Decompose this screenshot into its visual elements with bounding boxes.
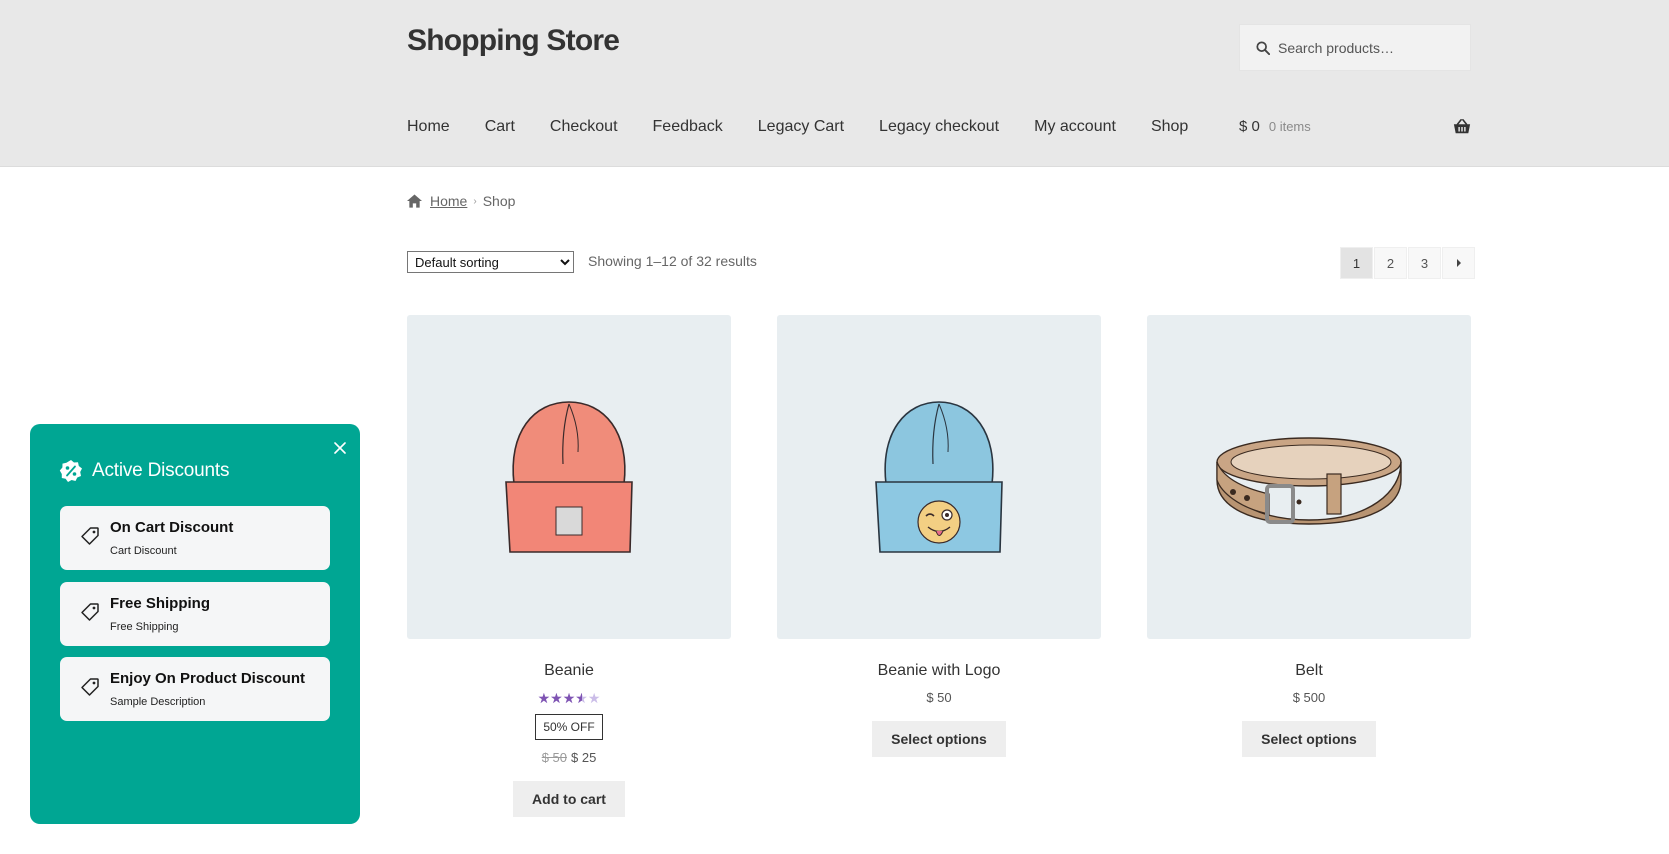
- product-card-beanie: Beanie ★★★★★★★★★★ 50% OFF $ 50 $ 25 Add t…: [407, 315, 731, 817]
- tag-icon: [81, 678, 99, 696]
- discount-description: Sample Description: [110, 696, 206, 708]
- sort-select[interactable]: Default sorting: [407, 251, 574, 273]
- home-icon: [407, 194, 422, 208]
- product-price: $ 50 $ 25: [407, 750, 731, 765]
- blue-beanie-logo-image: [875, 401, 1003, 553]
- page-1[interactable]: 1: [1340, 247, 1373, 279]
- orange-beanie-image: [505, 401, 633, 553]
- nav-my-account[interactable]: My account: [1034, 118, 1116, 136]
- site-title[interactable]: Shopping Store: [407, 24, 620, 58]
- product-card-belt: Belt $ 500 Select options: [1147, 315, 1471, 757]
- cart-item-count: 0 items: [1268, 119, 1311, 134]
- primary-nav: Home Cart Checkout Feedback Legacy Cart …: [407, 118, 1223, 136]
- breadcrumb-current: Shop: [482, 193, 516, 209]
- nav-checkout[interactable]: Checkout: [550, 118, 618, 136]
- product-price: $ 50: [926, 690, 952, 705]
- pagination: 1 2 3: [1340, 247, 1476, 279]
- result-count: Showing 1–12 of 32 results: [588, 253, 757, 269]
- site-header: Shopping Store Home Cart Checkout Feedba…: [0, 0, 1669, 167]
- product-image[interactable]: [1147, 315, 1471, 639]
- search-input[interactable]: [1278, 39, 1458, 56]
- nav-feedback[interactable]: Feedback: [653, 118, 723, 136]
- mini-cart[interactable]: $ 0 0 items: [1239, 118, 1471, 135]
- breadcrumb: Home › Shop: [407, 193, 515, 209]
- belt-image: [1216, 437, 1402, 525]
- discount-name: Free Shipping: [110, 595, 211, 612]
- product-name[interactable]: Beanie: [407, 662, 731, 680]
- nav-home[interactable]: Home: [407, 118, 450, 136]
- add-to-cart-button[interactable]: Add to cart: [513, 781, 625, 817]
- caret-right-icon: [1456, 259, 1461, 267]
- active-discounts-panel: Active Discounts On Cart Discount Cart D…: [30, 424, 360, 824]
- discount-badge-icon: [59, 460, 82, 482]
- sale-price: $ 25: [571, 750, 597, 765]
- page-3[interactable]: 3: [1408, 247, 1441, 279]
- select-options-button[interactable]: Select options: [872, 721, 1006, 757]
- search-box[interactable]: [1239, 24, 1471, 71]
- basket-icon[interactable]: [1453, 118, 1471, 136]
- product-image[interactable]: [407, 315, 731, 639]
- star-rating: ★★★★★★★★★★: [537, 690, 601, 706]
- select-options-button[interactable]: Select options: [1242, 721, 1376, 757]
- tag-icon: [81, 603, 99, 621]
- regular-price: $ 50: [541, 750, 567, 765]
- nav-shop[interactable]: Shop: [1151, 118, 1188, 136]
- discount-description: Cart Discount: [110, 545, 177, 557]
- cart-amount: $ 0: [1239, 118, 1260, 135]
- tag-icon: [81, 527, 99, 545]
- chevron-right-icon: ›: [473, 195, 477, 207]
- product-price: $ 500: [1292, 690, 1326, 705]
- breadcrumb-home-link[interactable]: Home: [430, 193, 467, 209]
- nav-cart[interactable]: Cart: [485, 118, 515, 136]
- discount-card[interactable]: Free Shipping Free Shipping: [60, 582, 330, 646]
- discount-card[interactable]: On Cart Discount Cart Discount: [60, 506, 330, 570]
- product-image[interactable]: [777, 315, 1101, 639]
- discount-description: Free Shipping: [110, 621, 179, 633]
- discount-badge: 50% OFF: [535, 714, 603, 740]
- discount-name: Enjoy On Product Discount: [110, 670, 306, 687]
- product-name[interactable]: Belt: [1147, 662, 1471, 680]
- discounts-title: Active Discounts: [92, 460, 230, 481]
- discount-name: On Cart Discount: [110, 519, 234, 536]
- next-page-button[interactable]: [1442, 247, 1475, 279]
- product-name[interactable]: Beanie with Logo: [777, 662, 1101, 680]
- search-icon: [1256, 40, 1270, 55]
- page-2[interactable]: 2: [1374, 247, 1407, 279]
- close-icon[interactable]: [334, 442, 346, 454]
- discount-card[interactable]: Enjoy On Product Discount Sample Descrip…: [60, 657, 330, 721]
- discounts-header: Active Discounts: [59, 459, 229, 483]
- product-card-beanie-with-logo: Beanie with Logo $ 50 Select options: [777, 315, 1101, 757]
- nav-legacy-checkout[interactable]: Legacy checkout: [879, 118, 999, 136]
- nav-legacy-cart[interactable]: Legacy Cart: [758, 118, 844, 136]
